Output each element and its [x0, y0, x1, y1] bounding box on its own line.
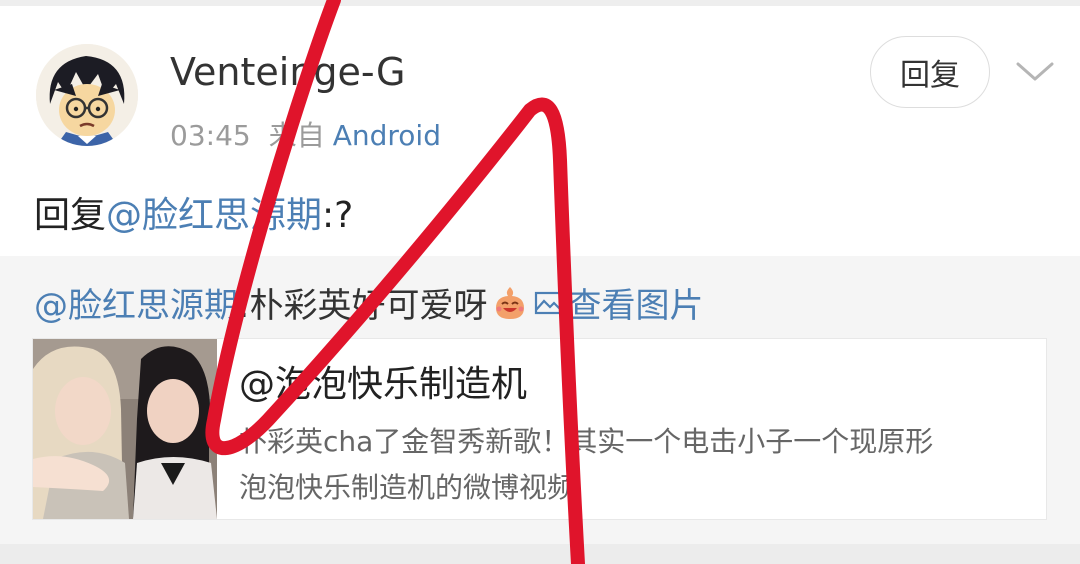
comment-suffix: :?: [322, 195, 354, 236]
comment-card: Venteinge-G 03:45 来自 Android 回复 回复@脸红思源期:?: [0, 6, 1080, 256]
view-image-label: 查看图片: [567, 286, 704, 326]
comment-prefix: 回复: [34, 195, 107, 236]
view-image-link[interactable]: 查看图片: [533, 278, 703, 327]
embed-description-line-1: 朴彩英cha了金智秀新歌！其实一个电击小子一个现原形: [239, 425, 934, 458]
embed-description: 朴彩英cha了金智秀新歌！其实一个电击小子一个现原形 泡泡快乐制造机的微博视频: [239, 419, 1039, 511]
source-device-link[interactable]: Android: [333, 119, 441, 152]
avatar[interactable]: [36, 44, 138, 146]
quoted-text: :朴彩英好可爱呀: [238, 286, 488, 326]
source-label: 来自: [268, 119, 325, 152]
embed-title[interactable]: @泡泡快乐制造机: [239, 355, 527, 407]
image-icon: [535, 291, 562, 314]
reply-button[interactable]: 回复: [870, 36, 990, 108]
laughing-face-emoji-icon: [491, 284, 529, 322]
quoted-mention-link[interactable]: @脸红思源期: [34, 278, 238, 327]
comment-mention-link[interactable]: @脸红思源期: [106, 195, 322, 236]
comment-text: 回复@脸红思源期:?: [34, 186, 353, 238]
video-embed-card[interactable]: @泡泡快乐制造机 朴彩英cha了金智秀新歌！其实一个电击小子一个现原形 泡泡快乐…: [32, 338, 1047, 520]
post-time: 03:45: [170, 119, 251, 152]
bottom-divider: [0, 544, 1080, 564]
username[interactable]: Venteinge-G: [170, 50, 405, 94]
post-meta: 03:45 来自 Android: [170, 114, 441, 154]
chevron-down-icon[interactable]: [1012, 56, 1058, 86]
quoted-comment: @脸红思源期:朴彩英好可爱呀 查看图片 @泡泡快乐制造机 朴彩英cha了金智秀…: [0, 256, 1080, 544]
quoted-comment-line: @脸红思源期:朴彩英好可爱呀 查看图片: [34, 278, 703, 327]
embed-description-line-2: 泡泡快乐制造机的微博视频: [239, 471, 576, 504]
video-thumbnail[interactable]: [33, 339, 217, 519]
